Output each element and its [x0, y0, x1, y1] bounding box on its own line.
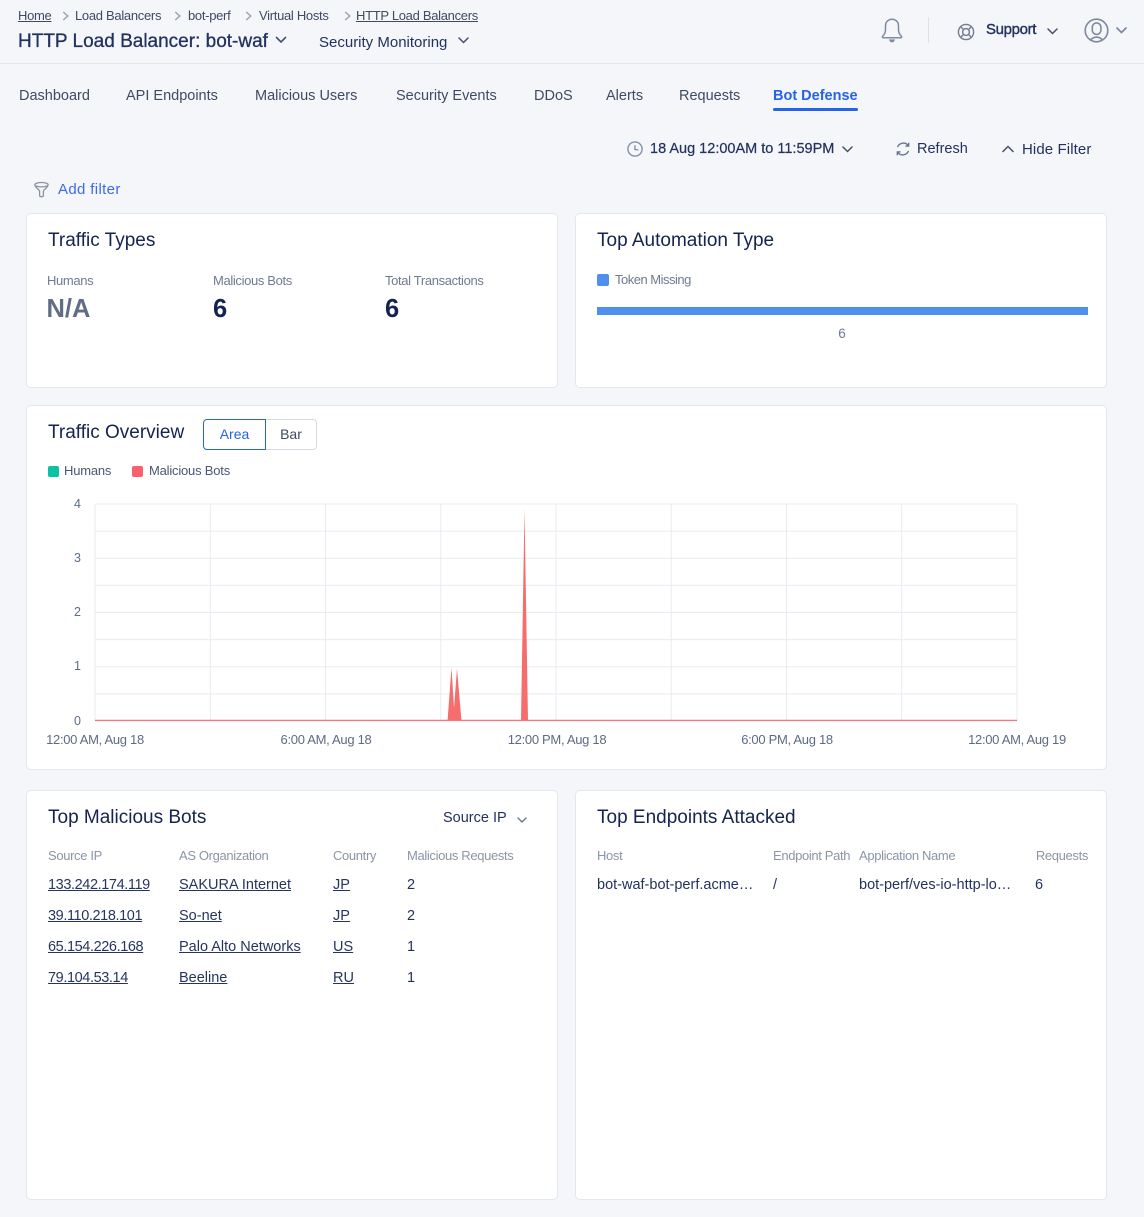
svg-text:0: 0	[74, 714, 81, 728]
svg-text:12:00 AM, Aug 19: 12:00 AM, Aug 19	[968, 732, 1066, 747]
svg-text:12:00 AM, Aug 18: 12:00 AM, Aug 18	[46, 732, 144, 747]
svg-text:6:00 PM, Aug 18: 6:00 PM, Aug 18	[741, 732, 833, 747]
svg-text:2: 2	[74, 605, 81, 619]
svg-text:3: 3	[74, 551, 81, 565]
svg-text:12:00 PM, Aug 18: 12:00 PM, Aug 18	[508, 732, 607, 747]
svg-text:1: 1	[74, 659, 81, 673]
svg-text:6:00 AM, Aug 18: 6:00 AM, Aug 18	[281, 732, 372, 747]
svg-text:4: 4	[74, 497, 81, 511]
